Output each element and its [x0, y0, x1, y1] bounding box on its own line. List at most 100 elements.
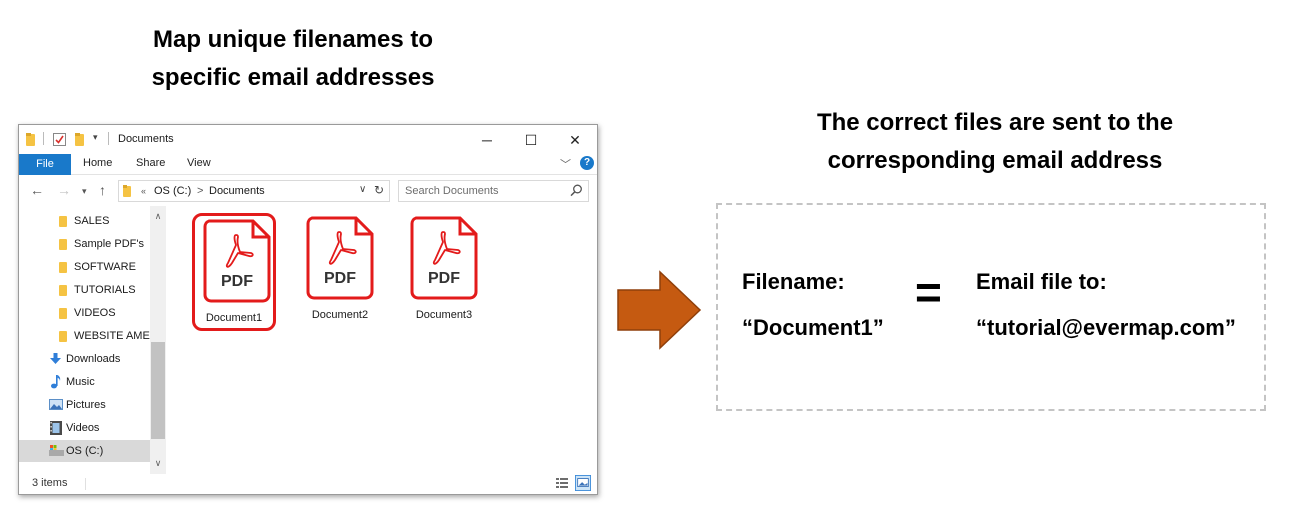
up-arrow-icon[interactable]: ↑ [99, 182, 106, 198]
scrollbar-thumb[interactable] [151, 342, 165, 439]
sidebar-item-tutorials[interactable]: TUTORIALS [19, 279, 151, 301]
pdf-file-icon: PDF [306, 216, 374, 300]
folder-icon [59, 308, 67, 319]
file-type-label: PDF [428, 270, 460, 287]
sidebar-item-sample-pdfs[interactable]: Sample PDF's [19, 233, 151, 255]
refresh-icon[interactable]: ↻ [374, 183, 384, 197]
sidebar-item-videos[interactable]: Videos [19, 417, 151, 439]
sidebar-item-label: SALES [74, 215, 110, 227]
sidebar-item-label: Downloads [66, 353, 121, 365]
sidebar-item-software[interactable]: SOFTWARE [19, 256, 151, 278]
breadcrumb-separator: > [197, 185, 204, 197]
folder-icon [59, 331, 67, 342]
folder-icon [59, 262, 67, 273]
scroll-down-icon[interactable]: ∨ [150, 458, 166, 469]
sidebar-item-label: Music [66, 376, 95, 388]
forward-arrow-icon[interactable]: → [57, 182, 71, 198]
expand-ribbon-icon[interactable]: ﹀ [560, 156, 571, 172]
new-folder-icon[interactable] [75, 133, 85, 146]
status-divider [85, 478, 86, 490]
window-title: Documents [118, 133, 174, 145]
left-heading-line-2: specific email addresses [151, 64, 435, 91]
right-heading: The correct files are sent to the corres… [780, 104, 1210, 180]
sidebar-item-label: OS (C:) [66, 445, 104, 457]
filename-label: Filename: [742, 269, 845, 294]
close-button[interactable]: ✕ [553, 128, 597, 152]
pdf-file-icon: PDF [203, 219, 271, 303]
download-icon [50, 353, 61, 364]
sidebar-item-label: Sample PDF's [74, 238, 144, 250]
sidebar-item-label: WEBSITE AMENDMENTS [74, 330, 151, 342]
videos-icon [50, 421, 62, 435]
right-arrow-icon [617, 270, 702, 350]
sidebar-item-label: Pictures [66, 399, 106, 411]
navigation-bar: ← → ▾ ↑ « OS (C:) > Documents ∨ ↻ [19, 177, 597, 205]
left-heading-line-1: Map unique filenames to [152, 26, 434, 53]
sidebar-item-label: TUTORIALS [74, 284, 136, 296]
equals-sign: = [915, 266, 942, 318]
search-box[interactable] [398, 180, 589, 202]
file-item-document1[interactable]: PDF Document1 [192, 213, 276, 331]
properties-icon[interactable] [53, 133, 66, 146]
filename-value: “Document1” [742, 315, 884, 340]
large-icons-view-icon[interactable] [575, 475, 591, 491]
address-bar[interactable]: « OS (C:) > Documents ∨ ↻ [118, 180, 390, 202]
right-heading-line-2: corresponding email address [827, 147, 1163, 174]
ribbon: File Home Share View [19, 153, 597, 175]
drive-icon [49, 445, 64, 456]
file-type-label: PDF [221, 273, 253, 290]
sidebar-item-label: VIDEOS [74, 307, 116, 319]
file-explorer-window: ▾ Documents ─ ☐ ✕ File Home Share View ﹀… [18, 124, 598, 495]
sidebar-item-downloads[interactable]: Downloads [19, 348, 151, 370]
left-heading: Map unique filenames to specific email a… [80, 21, 506, 97]
navigation-pane: SALES Sample PDF's SOFTWARE TUTORIALS VI… [19, 206, 166, 474]
mapping-box: Filename: “Document1” = Email file to: “… [716, 203, 1266, 411]
sidebar-item-label: SOFTWARE [74, 261, 136, 273]
folder-icon [59, 239, 67, 250]
music-icon [51, 375, 61, 389]
email-label: Email file to: [976, 269, 1107, 294]
sidebar-item-sales[interactable]: SALES [19, 210, 151, 232]
minimize-button[interactable]: ─ [465, 128, 509, 152]
sidebar-item-os-drive[interactable]: OS (C:) [19, 440, 151, 462]
file-item-document3[interactable]: PDF Document3 [402, 213, 486, 331]
pdf-file-icon: PDF [410, 216, 478, 300]
sidebar-item-pictures[interactable]: Pictures [19, 394, 151, 416]
sidebar-item-videos-folder[interactable]: VIDEOS [19, 302, 151, 324]
quick-access-dropdown-icon[interactable]: ▾ [93, 132, 98, 143]
address-overflow[interactable]: « [141, 186, 146, 196]
pictures-icon [49, 399, 63, 410]
sidebar-item-music[interactable]: Music [19, 371, 151, 393]
item-count: 3 items [32, 477, 68, 489]
search-icon[interactable] [570, 184, 583, 197]
breadcrumb-documents[interactable]: Documents [209, 185, 265, 197]
folder-icon [59, 216, 67, 227]
status-bar: 3 items [19, 474, 597, 494]
sidebar-item-website-amendments[interactable]: WEBSITE AMENDMENTS [19, 325, 151, 347]
tab-file[interactable]: File [19, 154, 71, 175]
email-value: “tutorial@evermap.com” [976, 315, 1236, 340]
sidebar-scrollbar[interactable]: ∧ ∨ [150, 206, 166, 474]
file-item-document2[interactable]: PDF Document2 [298, 213, 382, 331]
file-name: Document2 [311, 309, 369, 321]
right-heading-line-1: The correct files are sent to the [816, 109, 1174, 136]
search-input[interactable] [399, 181, 569, 201]
file-name: Document3 [415, 309, 473, 321]
tab-share[interactable]: Share [136, 157, 165, 169]
address-dropdown-icon[interactable]: ∨ [359, 184, 366, 195]
scroll-up-icon[interactable]: ∧ [150, 211, 166, 222]
breadcrumb-drive[interactable]: OS (C:) [154, 185, 191, 197]
tab-view[interactable]: View [187, 157, 211, 169]
title-divider [43, 132, 44, 145]
recent-locations-icon[interactable]: ▾ [82, 186, 87, 197]
file-name: Document1 [205, 312, 263, 324]
folder-icon [59, 285, 67, 296]
maximize-button[interactable]: ☐ [509, 128, 553, 152]
back-arrow-icon[interactable]: ← [30, 182, 44, 198]
folder-icon [123, 185, 131, 197]
help-icon[interactable]: ? [580, 156, 594, 170]
details-view-icon[interactable] [554, 475, 570, 491]
tab-home[interactable]: Home [83, 157, 112, 169]
file-type-label: PDF [324, 270, 356, 287]
sidebar-item-label: Videos [66, 422, 100, 434]
